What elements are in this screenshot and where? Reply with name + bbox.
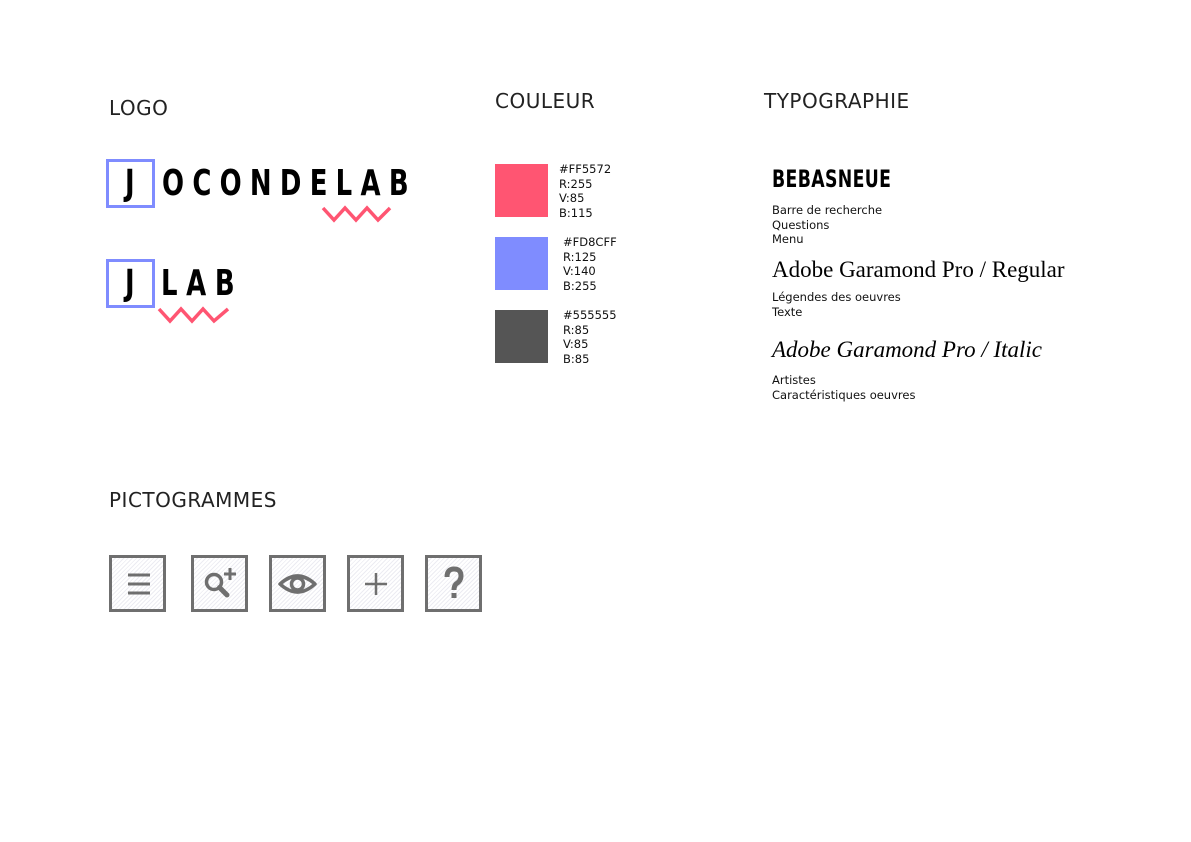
logo-main-wordmark: OCONDELAB — [162, 163, 417, 204]
color-r: R:255 — [559, 176, 593, 191]
color-v: V:85 — [563, 337, 589, 351]
picto-question[interactable] — [425, 555, 482, 612]
color-hex: #FF5572 — [559, 162, 612, 176]
font-sample-bebas: BEBASNEUE — [772, 165, 892, 193]
font-usage-item: Barre de recherche — [772, 203, 883, 217]
picto-menu[interactable] — [109, 555, 166, 612]
question-icon — [444, 566, 464, 598]
font-usage-garamond-regular: Légendes des oeuvres Texte — [772, 290, 901, 319]
color-v: V:85 — [559, 191, 585, 205]
logo-short-wave — [157, 306, 230, 324]
color-hex: #FD8CFF — [563, 235, 617, 249]
font-usage-item: Questions — [772, 217, 830, 232]
font-usage-item: Légendes des oeuvres — [772, 290, 901, 304]
font-sample-garamond-italic: Adobe Garamond Pro / Italic — [772, 337, 1043, 362]
section-title-pictogrammes: PICTOGRAMMES — [109, 488, 277, 512]
color-hex: #555555 — [563, 308, 617, 322]
logo-main-wave — [321, 205, 392, 223]
section-title-typographie: TYPOGRAPHIE — [764, 89, 910, 113]
font-usage-item: Menu — [772, 232, 804, 246]
color-b: B:255 — [563, 278, 597, 293]
color-swatch-pink — [495, 164, 548, 217]
font-usage-item: Texte — [772, 304, 803, 319]
color-r: R:85 — [563, 322, 590, 337]
color-info-gray: #555555 R:85 V:85 B:85 — [563, 308, 617, 366]
logo-short-initial: J — [125, 263, 135, 304]
font-usage-bebas: Barre de recherche Questions Menu — [772, 203, 882, 247]
color-info-blue: #FD8CFF R:125 V:140 B:255 — [563, 235, 617, 293]
picto-eye[interactable] — [269, 555, 326, 612]
font-usage-garamond-italic: Artistes Caractéristiques oeuvres — [772, 373, 915, 402]
logo-main-initial: J — [125, 163, 135, 204]
color-b: B:115 — [559, 205, 593, 220]
eye-icon — [278, 574, 317, 594]
color-b: B:85 — [563, 351, 590, 366]
font-usage-item: Artistes — [772, 373, 816, 387]
color-info-pink: #FF5572 R:255 V:85 B:115 — [559, 162, 611, 220]
section-title-logo: LOGO — [109, 96, 169, 120]
picto-plus[interactable] — [347, 555, 404, 612]
color-swatch-gray — [495, 310, 548, 363]
menu-icon — [128, 573, 150, 595]
logo-short-wordmark: LAB — [161, 263, 244, 304]
color-r: R:125 — [563, 249, 597, 264]
font-sample-garamond-regular: Adobe Garamond Pro / Regular — [772, 257, 1065, 282]
section-title-couleur: COULEUR — [495, 89, 596, 113]
picto-zoom-plus[interactable] — [191, 555, 248, 612]
font-usage-item: Caractéristiques oeuvres — [772, 387, 916, 402]
color-swatch-blue — [495, 237, 548, 290]
color-v: V:140 — [563, 264, 596, 278]
zoom-plus-icon — [204, 568, 236, 598]
plus-icon — [365, 573, 387, 595]
